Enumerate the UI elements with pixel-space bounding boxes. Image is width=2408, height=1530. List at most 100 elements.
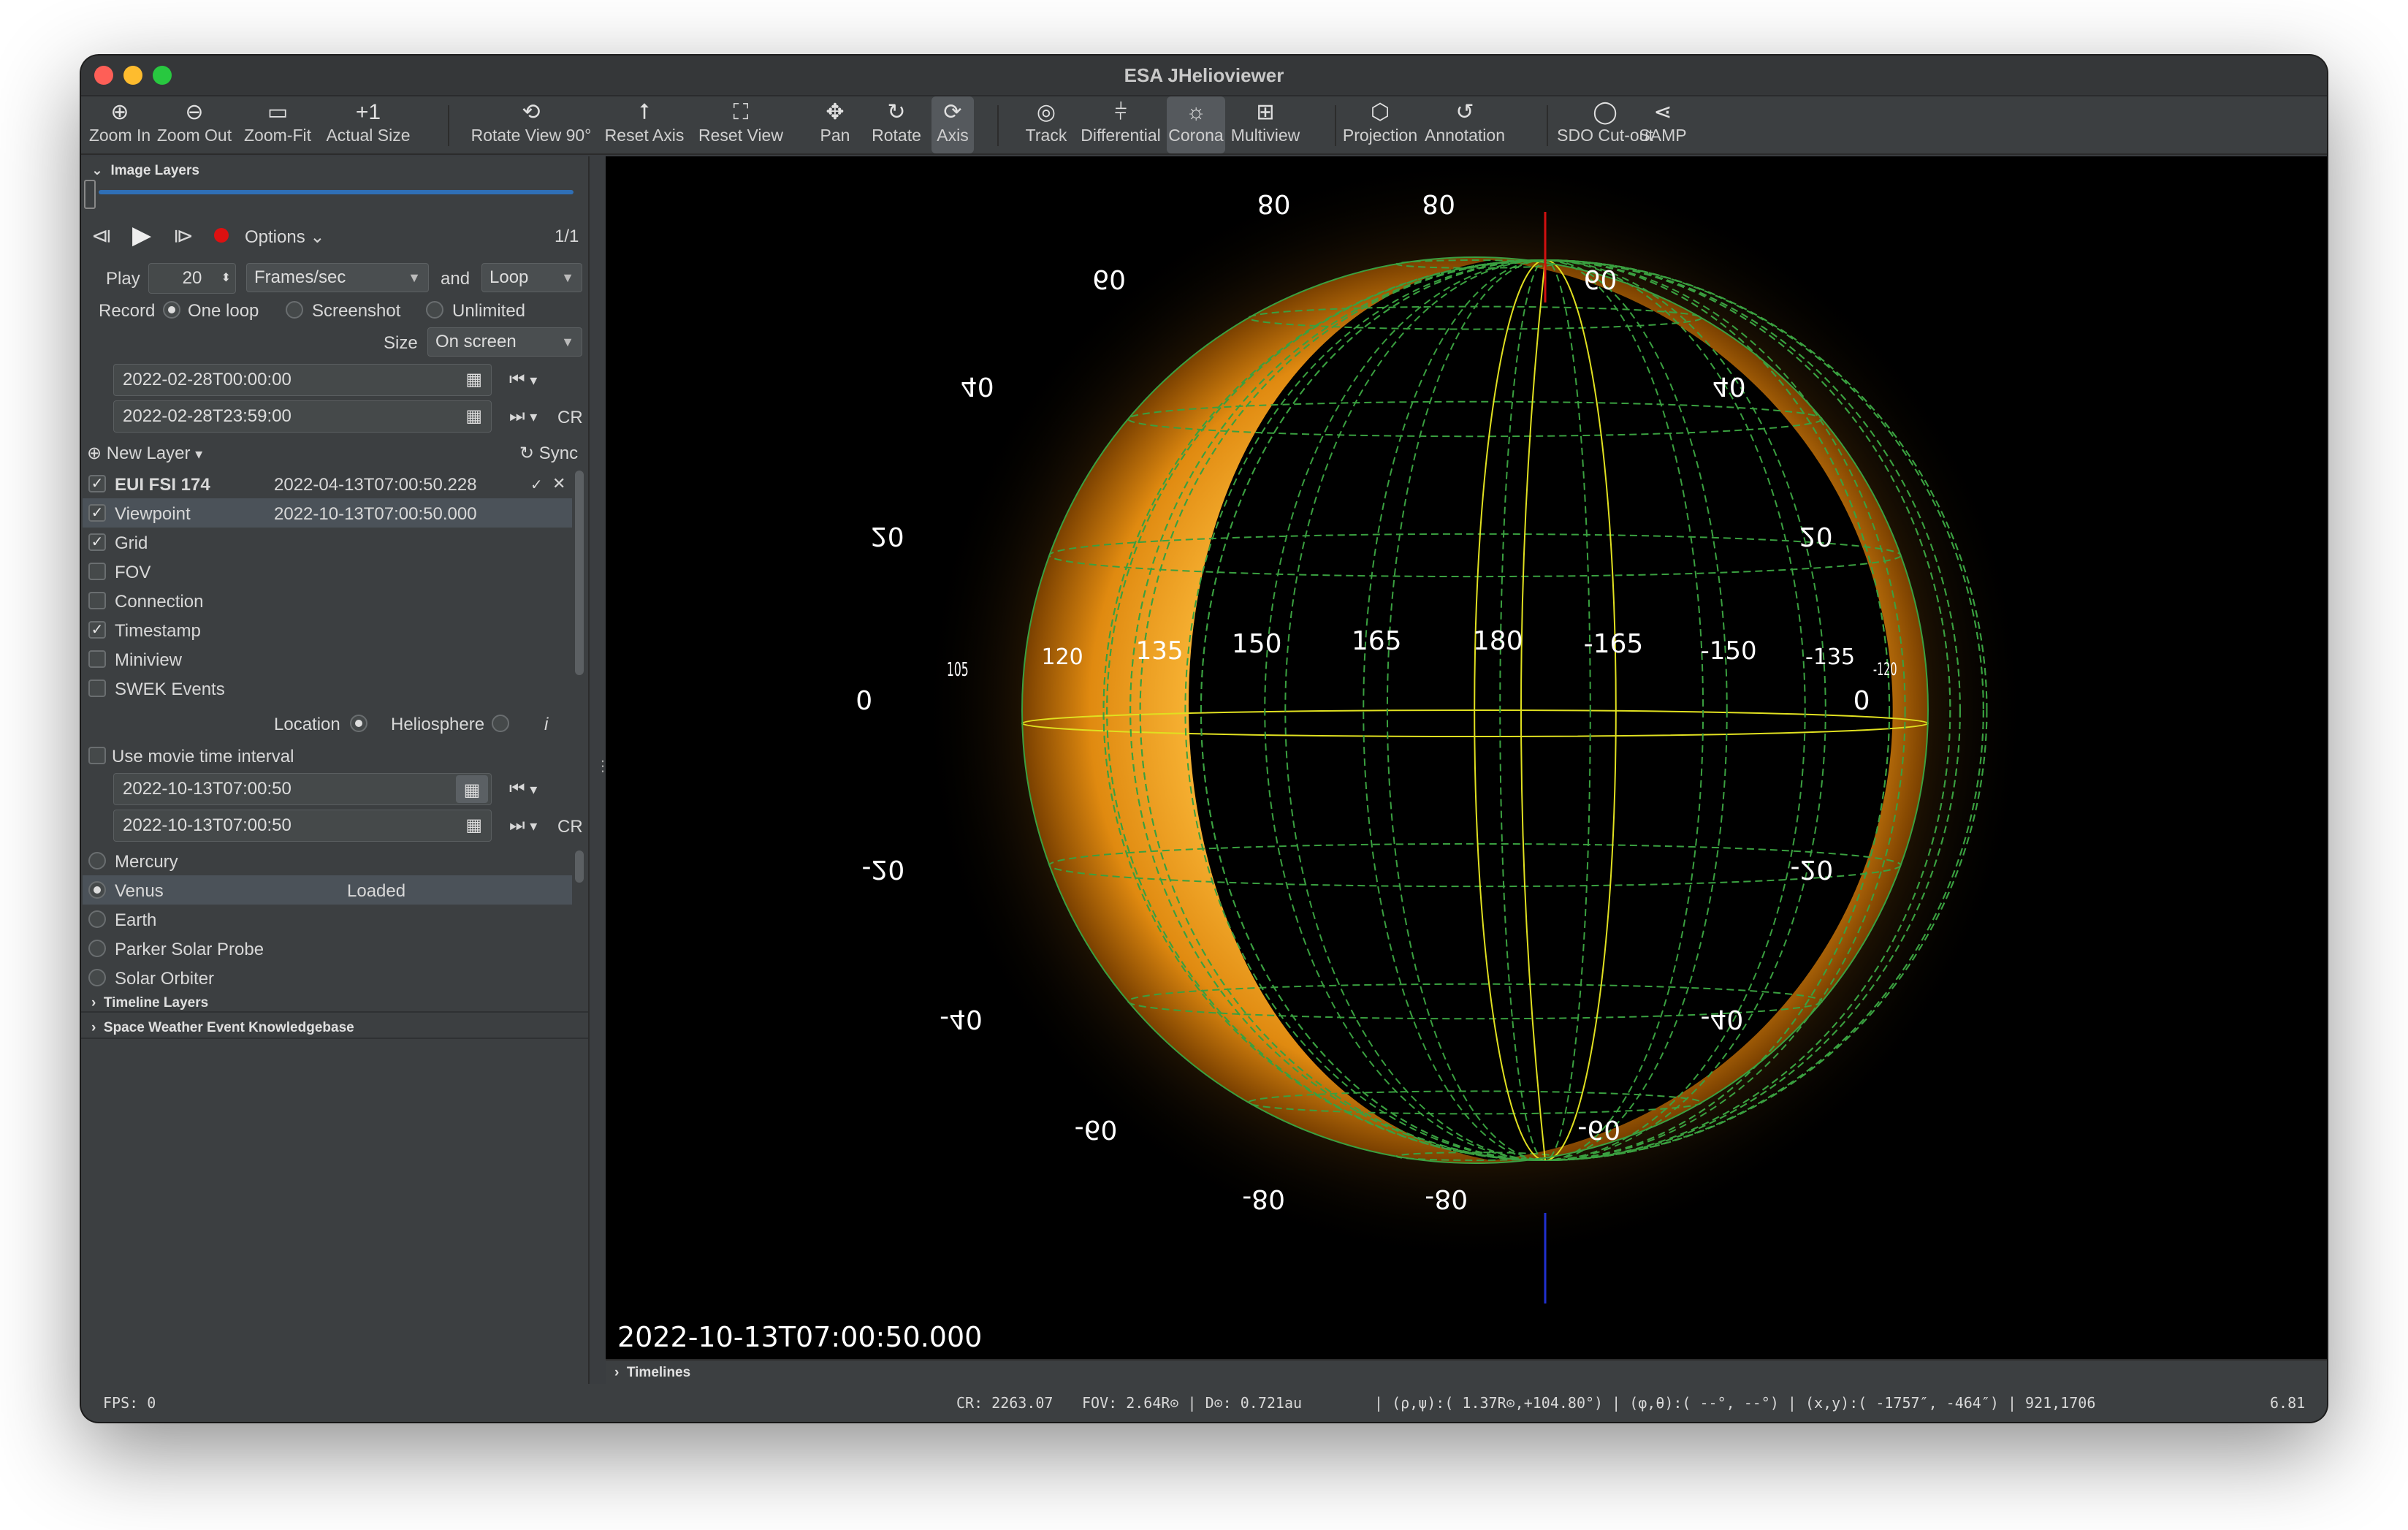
projection-button[interactable]: ⬡ Projection [1339, 96, 1421, 153]
layer-row[interactable]: ✓ Timestamp [83, 615, 572, 644]
layer-row[interactable]: FOV [83, 557, 572, 586]
latitude-label: -40 [940, 1003, 983, 1034]
viewpoint-start-field[interactable]: 2022-10-13T07:00:50 ▦ [113, 773, 492, 805]
fps-unit-select[interactable]: Frames/sec ▼ [246, 263, 429, 292]
timelines-bar[interactable]: › Timelines [606, 1359, 2327, 1384]
last-frame-icon[interactable]: ⏭ ▾ [509, 815, 537, 836]
last-frame-icon[interactable]: ⏭ ▾ [509, 406, 537, 427]
pan-button[interactable]: ✥ Pan [809, 96, 861, 153]
play-icon[interactable]: ▶ [132, 221, 151, 250]
step-forward-icon[interactable]: ⧐ [173, 224, 194, 248]
timeline-slider-handle[interactable] [84, 180, 96, 209]
layer-checkbox[interactable] [88, 563, 106, 580]
layer-row[interactable]: Connection [83, 586, 572, 615]
samp-button[interactable]: ⋖ SAMP [1636, 96, 1690, 153]
object-radio[interactable] [88, 881, 106, 899]
object-radio[interactable] [88, 969, 106, 986]
calendar-icon[interactable]: ▦ [456, 775, 488, 803]
calendar-icon[interactable]: ▦ [465, 365, 482, 395]
record-one-loop-radio[interactable] [163, 301, 180, 319]
object-row[interactable]: Solar Orbiter [83, 963, 572, 992]
actual-size-button[interactable]: +1 Actual Size [322, 96, 414, 153]
swek-header[interactable]: › Space Weather Event Knowledgebase [91, 1020, 354, 1036]
viewpoint-end-field[interactable]: 2022-10-13T07:00:50 ▦ [113, 810, 492, 842]
fps-stepper[interactable]: 20 ⬍ [148, 263, 236, 294]
location-radio[interactable] [350, 715, 367, 732]
object-radio[interactable] [88, 910, 106, 928]
differential-button[interactable]: ⫩ Differential [1076, 96, 1165, 153]
object-radio[interactable] [88, 940, 106, 957]
multiview-icon: ⊞ [1256, 100, 1275, 124]
loop-mode-select[interactable]: Loop ▼ [481, 263, 582, 292]
movie-interval-label: Use movie time interval [112, 747, 294, 766]
calendar-icon[interactable]: ▦ [465, 401, 482, 432]
timeline-layers-header[interactable]: › Timeline Layers [91, 995, 208, 1011]
calendar-icon[interactable]: ▦ [465, 810, 482, 841]
heliosphere-radio[interactable] [492, 715, 509, 732]
layer-checkbox[interactable]: ✓ [88, 475, 106, 492]
zoom-out-button[interactable]: ⊖ Zoom Out [154, 96, 235, 153]
first-frame-icon[interactable]: ⏮ ▾ [509, 370, 537, 390]
first-frame-icon[interactable]: ⏮ ▾ [509, 779, 537, 799]
latitude-label: 60 [1092, 263, 1126, 294]
rotate-button[interactable]: ↻ Rotate [867, 96, 926, 153]
layer-row[interactable]: Miniview [83, 644, 572, 674]
multiview-button[interactable]: ⊞ Multiview [1225, 96, 1306, 153]
actual-size-icon: +1 [355, 100, 381, 124]
corona-button[interactable]: ☼ Corona [1167, 96, 1225, 153]
new-layer-button[interactable]: ⊕ New Layer ▾ [87, 443, 202, 464]
check-icon[interactable]: ✓ [530, 476, 543, 494]
track-button[interactable]: ◎ Track [1019, 96, 1073, 153]
step-back-icon[interactable]: ⧏ [91, 224, 112, 248]
close-icon[interactable]: ✕ [552, 474, 565, 493]
longitude-label: -150 [1700, 636, 1757, 666]
object-row[interactable]: Earth [83, 905, 572, 934]
size-select[interactable]: On screen ▼ [427, 327, 582, 357]
layer-checkbox[interactable] [88, 680, 106, 697]
layer-name: FOV [115, 563, 151, 582]
zoom-in-button[interactable]: ⊕ Zoom In [85, 96, 154, 153]
record-unlimited-label: Unlimited [452, 301, 526, 321]
image-viewer[interactable]: 105 120 135 150 165 180 -165 -150 -135 -120 80 80 60… [606, 156, 2327, 1359]
splitter-handle[interactable]: ⋮ [595, 757, 610, 774]
record-unlimited-radio[interactable] [426, 301, 443, 319]
object-row[interactable]: Mercury [83, 846, 572, 875]
sync-button[interactable]: ↻ Sync [519, 443, 578, 464]
layer-row[interactable]: ✓ EUI FSI 174 2022-04-13T07:00:50.228 [83, 469, 572, 498]
object-list-scrollbar[interactable] [575, 850, 584, 883]
layer-checkbox[interactable]: ✓ [88, 504, 106, 522]
start-time-field[interactable]: 2022-02-28T00:00:00 ▦ [113, 364, 492, 396]
object-row[interactable]: Parker Solar Probe [83, 934, 572, 963]
layer-checkbox[interactable] [88, 592, 106, 609]
layer-list-scrollbar[interactable] [575, 471, 584, 675]
movie-interval-checkbox[interactable] [88, 747, 106, 764]
info-icon[interactable]: i [544, 715, 548, 735]
timeline-slider-track[interactable] [99, 190, 574, 194]
rotate-view-90-button[interactable]: ⟲ Rotate View 90° [467, 96, 595, 153]
reset-view-button[interactable]: ⛶ Reset View [693, 96, 788, 153]
layer-time: 2022-10-13T07:00:50.000 [274, 504, 477, 524]
record-icon[interactable] [214, 228, 229, 243]
annotation-button[interactable]: ↺ Annotation [1418, 96, 1512, 153]
end-time-field[interactable]: 2022-02-28T23:59:00 ▦ [113, 400, 492, 433]
axis-button[interactable]: ⟳ Axis [931, 96, 974, 153]
object-row[interactable]: Venus Loaded [83, 875, 572, 905]
layer-row[interactable]: ✓ Grid [83, 528, 572, 557]
layer-row[interactable]: ✓ Viewpoint 2022-10-13T07:00:50.000 [83, 498, 572, 528]
layer-checkbox[interactable] [88, 650, 106, 668]
options-menu[interactable]: Options ⌄ [245, 227, 325, 248]
cr-button[interactable]: CR [557, 817, 583, 837]
toolbar-label: Differential [1081, 126, 1161, 145]
layer-checkbox[interactable]: ✓ [88, 533, 106, 551]
cr-button[interactable]: CR [557, 408, 583, 428]
reset-view-icon: ⛶ [733, 100, 749, 124]
zoom-fit-button[interactable]: ▭ Zoom-Fit [235, 96, 321, 153]
layer-checkbox[interactable]: ✓ [88, 621, 106, 639]
layer-row[interactable]: SWEK Events [83, 674, 572, 703]
record-screenshot-radio[interactable] [286, 301, 303, 319]
layer-name: Timestamp [115, 621, 201, 641]
reset-axis-button[interactable]: ⭡ Reset Axis [601, 96, 687, 153]
object-radio[interactable] [88, 852, 106, 869]
latitude-label: -60 [1074, 1114, 1118, 1145]
image-layers-header[interactable]: ⌄ Image Layers [91, 162, 199, 179]
